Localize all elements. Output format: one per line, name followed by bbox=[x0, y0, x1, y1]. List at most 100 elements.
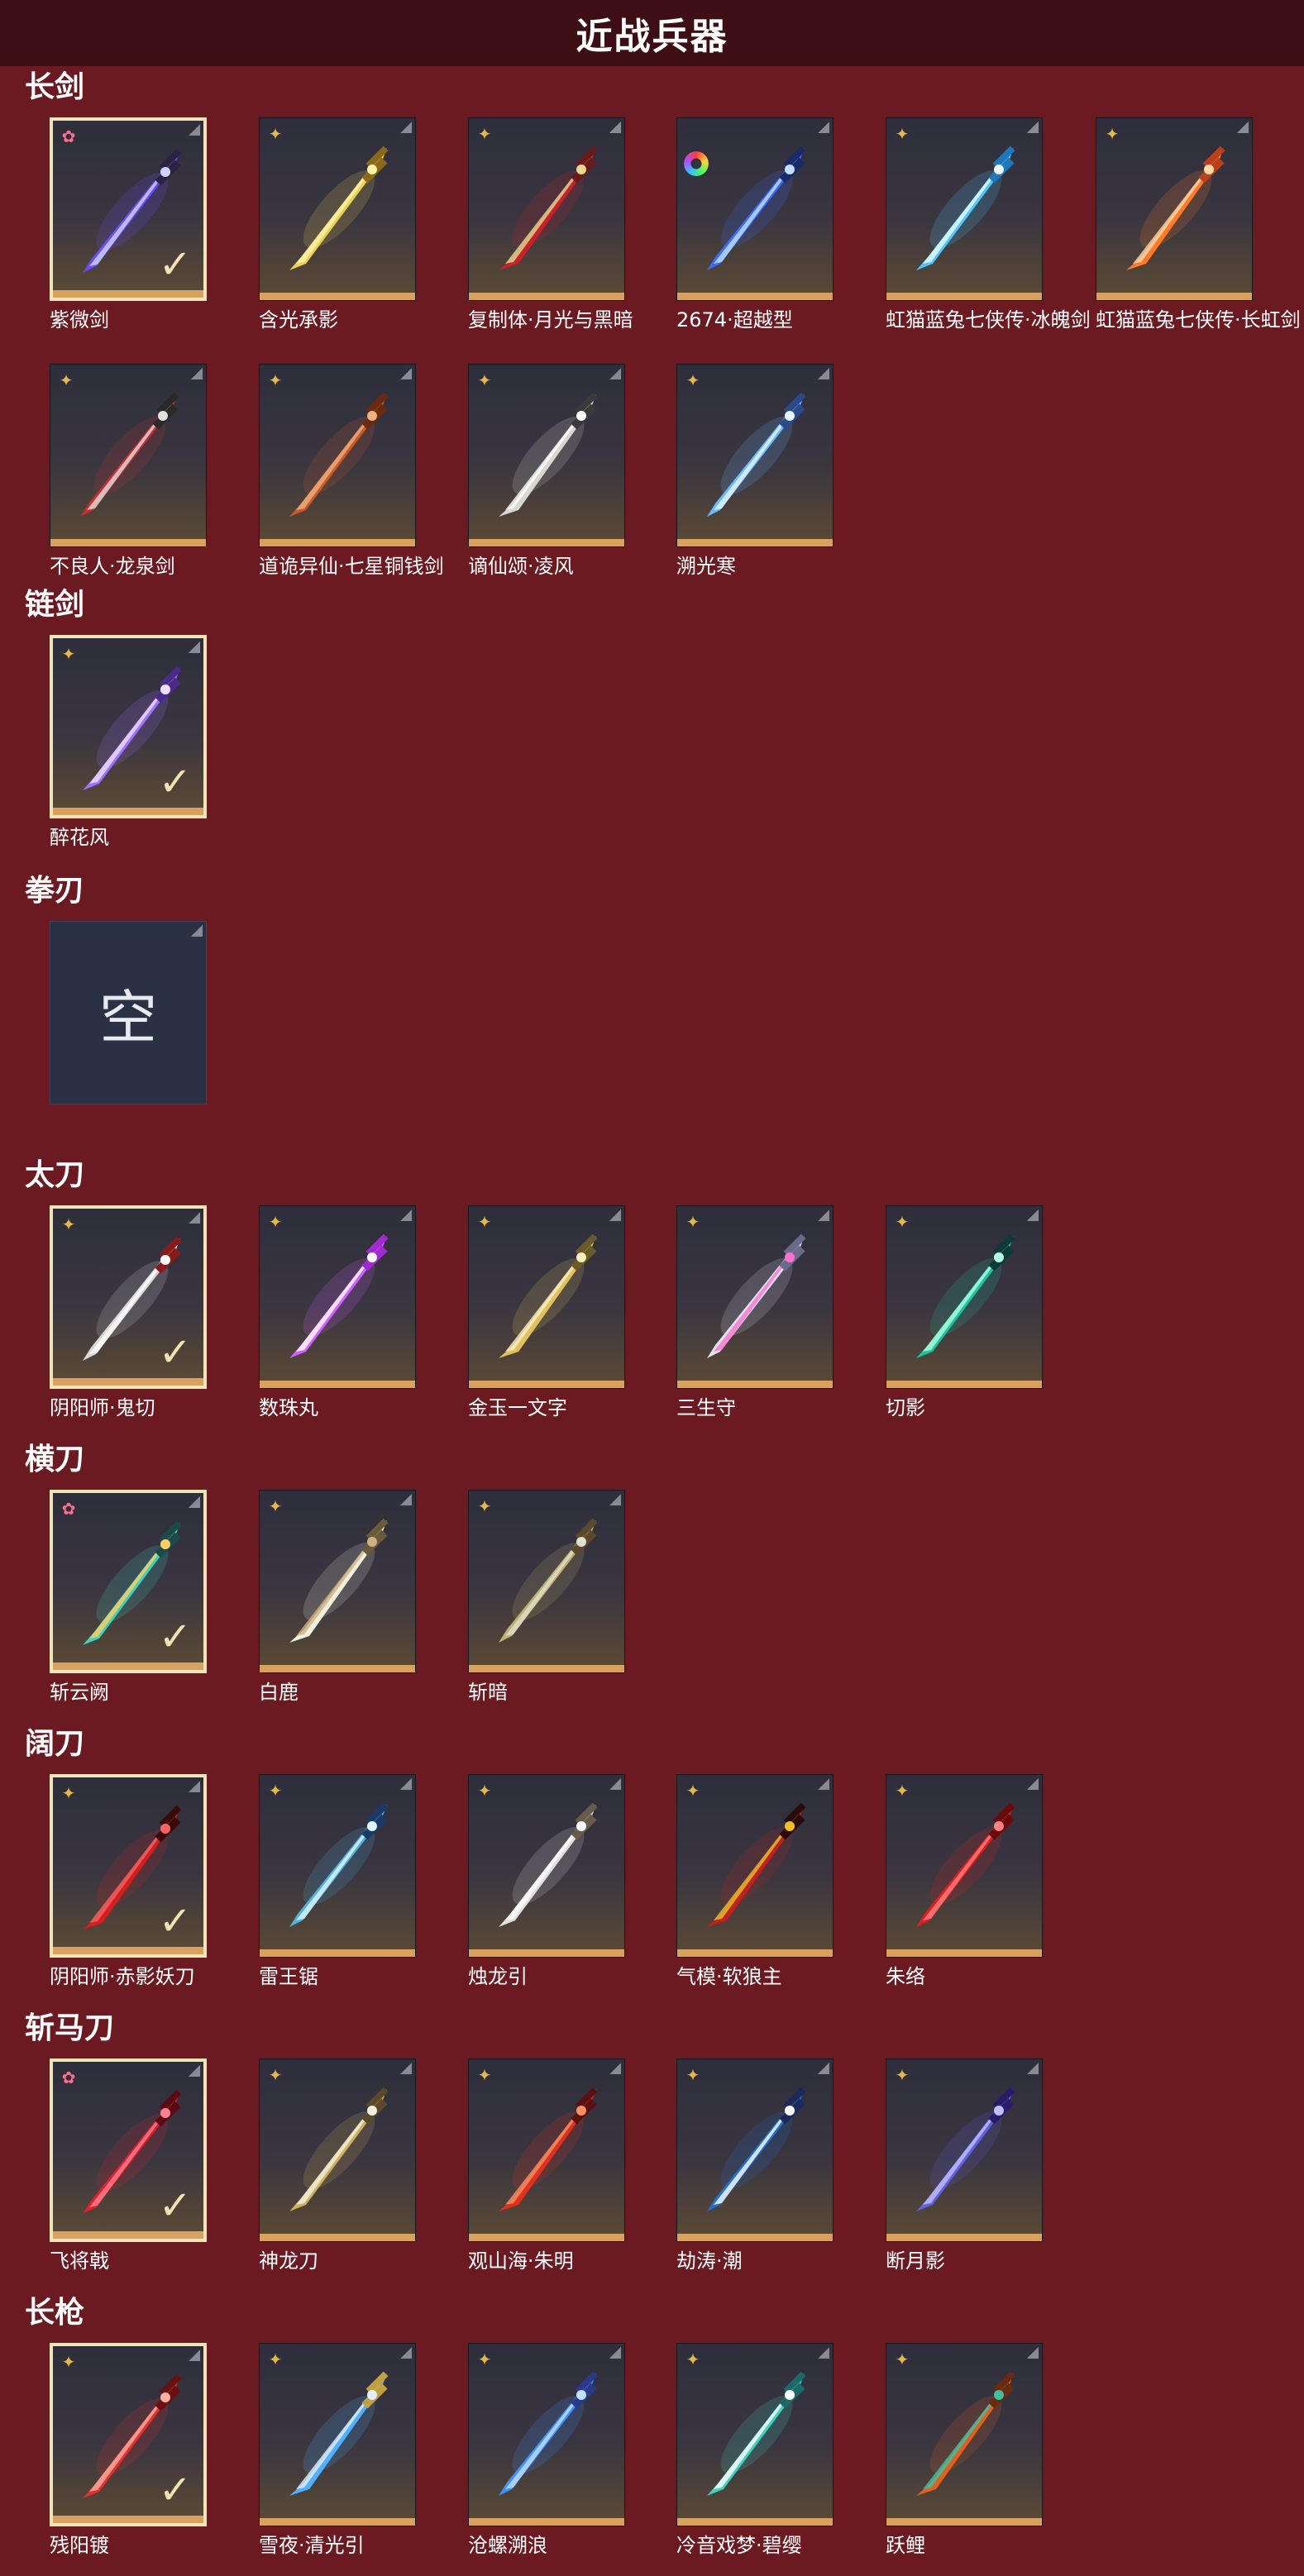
weapon-card[interactable]: ✿ ✓ bbox=[50, 1490, 207, 1673]
weapon-card[interactable]: ✿ ✓ bbox=[50, 117, 207, 301]
weapon-tile[interactable]: ✦ 沧螺溯浪 bbox=[468, 2343, 625, 2557]
weapon-card[interactable]: ✦ bbox=[468, 1205, 625, 1389]
corner-fold-icon bbox=[818, 2063, 829, 2074]
weapon-card[interactable]: ✦ bbox=[676, 2343, 834, 2526]
weapon-name: 虹猫蓝兔七侠传·长虹剑 bbox=[1096, 308, 1301, 332]
corner-fold-icon bbox=[818, 122, 829, 133]
weapon-tile[interactable]: ✦ 白鹿 bbox=[259, 1490, 416, 1704]
weapon-card[interactable]: ✦ bbox=[1096, 117, 1253, 301]
weapon-tile[interactable]: ✦ 观山海·朱明 bbox=[468, 2058, 625, 2273]
weapon-card[interactable]: ✦ bbox=[676, 364, 834, 547]
gold-star-icon: ✦ bbox=[477, 1781, 492, 1801]
weapon-art bbox=[707, 392, 806, 517]
weapon-tile[interactable]: ✦ ✓ 残阳镀 bbox=[50, 2343, 207, 2557]
weapon-tile[interactable]: ✦ 三生守 bbox=[676, 1205, 834, 1419]
weapon-art bbox=[916, 2371, 1015, 2496]
weapon-card[interactable]: ✦ bbox=[676, 2058, 834, 2242]
weapon-tile[interactable]: ✦ ✓ 醉花风 bbox=[50, 635, 207, 849]
weapon-tile[interactable]: 2674·超越型 bbox=[676, 117, 834, 332]
weapon-card[interactable]: ✦ ✓ bbox=[50, 1774, 207, 1958]
weapon-tile[interactable]: ✦ 神龙刀 bbox=[259, 2058, 416, 2273]
weapon-card[interactable]: ✦ bbox=[259, 1774, 416, 1958]
weapon-tile[interactable]: ✦ ✓ 阴阳师·鬼切 bbox=[50, 1205, 207, 1419]
weapon-card[interactable]: ✦ bbox=[259, 2058, 416, 2242]
weapon-card[interactable]: ✦ bbox=[886, 117, 1043, 301]
weapon-tile[interactable]: 空 bbox=[50, 921, 207, 1104]
weapon-card[interactable]: ✦ bbox=[259, 1205, 416, 1389]
weapon-tile[interactable]: ✦ 谪仙颂·凌风 bbox=[468, 364, 625, 578]
corner-fold-icon bbox=[609, 1778, 621, 1790]
weapon-card[interactable]: ✦ bbox=[886, 2058, 1043, 2242]
weapon-card[interactable]: ✦ bbox=[886, 1774, 1043, 1958]
weapon-card[interactable]: ✦ bbox=[259, 117, 416, 301]
weapon-card[interactable]: ✦ bbox=[468, 1774, 625, 1958]
weapon-tile[interactable]: ✿ ✓ 紫微剑 bbox=[50, 117, 207, 332]
weapon-tile[interactable]: ✦ 烛龙引 bbox=[468, 1774, 625, 1988]
weapon-tile[interactable]: ✦ ✓ 阴阳师·赤影妖刀 bbox=[50, 1774, 207, 1988]
weapon-tile[interactable]: ✦ 斩暗 bbox=[468, 1490, 625, 1704]
weapon-tile[interactable]: ✿ ✓ 斩云阙 bbox=[50, 1490, 207, 1704]
weapon-name: 断月影 bbox=[886, 2249, 945, 2273]
weapon-tile[interactable]: ✦ 复制体·月光与黑暗 bbox=[468, 117, 633, 332]
weapon-card[interactable]: ✦ bbox=[886, 1205, 1043, 1389]
weapon-card[interactable]: ✦ bbox=[468, 2343, 625, 2526]
empty-slot[interactable]: 空 bbox=[50, 921, 207, 1104]
gold-star-icon: ✦ bbox=[477, 2349, 492, 2369]
weapon-tile[interactable]: ✦ 道诡异仙·七星铜钱剑 bbox=[259, 364, 444, 578]
weapon-art bbox=[707, 2371, 806, 2496]
weapon-tile[interactable]: ✦ 气模·软狼主 bbox=[676, 1774, 834, 1988]
corner-fold-icon bbox=[189, 1781, 200, 1792]
weapon-card[interactable]: ✦ bbox=[259, 2343, 416, 2526]
gold-star-icon: ✦ bbox=[61, 1214, 76, 1234]
weapon-card[interactable]: ✦ bbox=[259, 364, 416, 547]
weapon-card[interactable]: ✦ bbox=[468, 2058, 625, 2242]
weapon-tile[interactable]: ✦ 切影 bbox=[886, 1205, 1043, 1419]
weapon-tile[interactable]: ✦ 溯光寒 bbox=[676, 364, 834, 578]
weapon-tile[interactable]: ✿ ✓ 飞将戟 bbox=[50, 2058, 207, 2273]
gold-star-icon: ✦ bbox=[61, 1783, 76, 1803]
weapon-card[interactable]: ✦ bbox=[676, 1774, 834, 1958]
weapon-art bbox=[707, 145, 806, 270]
corner-fold-icon bbox=[609, 1494, 621, 1505]
weapon-card[interactable]: ✦ ✓ bbox=[50, 635, 207, 818]
weapon-tile[interactable]: ✦ 雪夜·清光引 bbox=[259, 2343, 416, 2557]
weapon-tile[interactable]: ✦ 虹猫蓝兔七侠传·冰魄剑 bbox=[886, 117, 1091, 332]
weapon-card[interactable] bbox=[676, 117, 834, 301]
weapon-tile[interactable]: ✦ 跃鲤 bbox=[886, 2343, 1043, 2557]
corner-fold-icon bbox=[1027, 1778, 1039, 1790]
equipped-check-icon: ✓ bbox=[158, 2467, 192, 2513]
section-title: 横刀 bbox=[25, 1443, 85, 1476]
weapon-card[interactable]: ✦ bbox=[676, 1205, 834, 1389]
weapon-tile[interactable]: ✦ 劫涛·潮 bbox=[676, 2058, 834, 2273]
weapon-card[interactable]: ✿ ✓ bbox=[50, 2058, 207, 2242]
corner-fold-icon bbox=[189, 124, 200, 136]
weapon-tile[interactable]: ✦ 朱络 bbox=[886, 1774, 1043, 1988]
weapon-card[interactable]: ✦ bbox=[886, 2343, 1043, 2526]
gold-star-icon: ✦ bbox=[895, 1212, 910, 1232]
weapon-tile[interactable]: ✦ 数珠丸 bbox=[259, 1205, 416, 1419]
weapon-card[interactable]: ✦ ✓ bbox=[50, 1205, 207, 1389]
weapon-tile[interactable]: ✦ 冷音戏梦·碧缨 bbox=[676, 2343, 834, 2557]
weapon-card[interactable]: ✦ bbox=[50, 364, 207, 547]
corner-fold-icon bbox=[191, 368, 203, 379]
weapon-card[interactable]: ✦ ✓ bbox=[50, 2343, 207, 2526]
weapon-card[interactable]: ✦ bbox=[468, 1490, 625, 1673]
weapon-card[interactable]: ✦ bbox=[468, 364, 625, 547]
weapon-tile[interactable]: ✦ 不良人·龙泉剑 bbox=[50, 364, 207, 578]
weapon-art bbox=[499, 1518, 598, 1643]
weapon-art bbox=[499, 145, 598, 270]
weapon-art bbox=[499, 1802, 598, 1927]
weapon-tile[interactable]: ✦ 虹猫蓝兔七侠传·长虹剑 bbox=[1096, 117, 1301, 332]
section-title: 长枪 bbox=[25, 2296, 85, 2330]
weapon-card[interactable]: ✦ bbox=[468, 117, 625, 301]
weapon-name: 跃鲤 bbox=[886, 2534, 925, 2557]
corner-fold-icon bbox=[609, 1209, 621, 1221]
weapon-tile[interactable]: ✦ 断月影 bbox=[886, 2058, 1043, 2273]
gold-star-icon: ✦ bbox=[268, 2065, 283, 2085]
weapon-tile[interactable]: ✦ 金玉一文字 bbox=[468, 1205, 625, 1419]
weapon-tile[interactable]: ✦ 含光承影 bbox=[259, 117, 416, 332]
pink-flower-icon: ✿ bbox=[61, 126, 76, 146]
weapon-card[interactable]: ✦ bbox=[259, 1490, 416, 1673]
weapon-tile[interactable]: ✦ 雷王锯 bbox=[259, 1774, 416, 1988]
corner-fold-icon bbox=[189, 2349, 200, 2361]
